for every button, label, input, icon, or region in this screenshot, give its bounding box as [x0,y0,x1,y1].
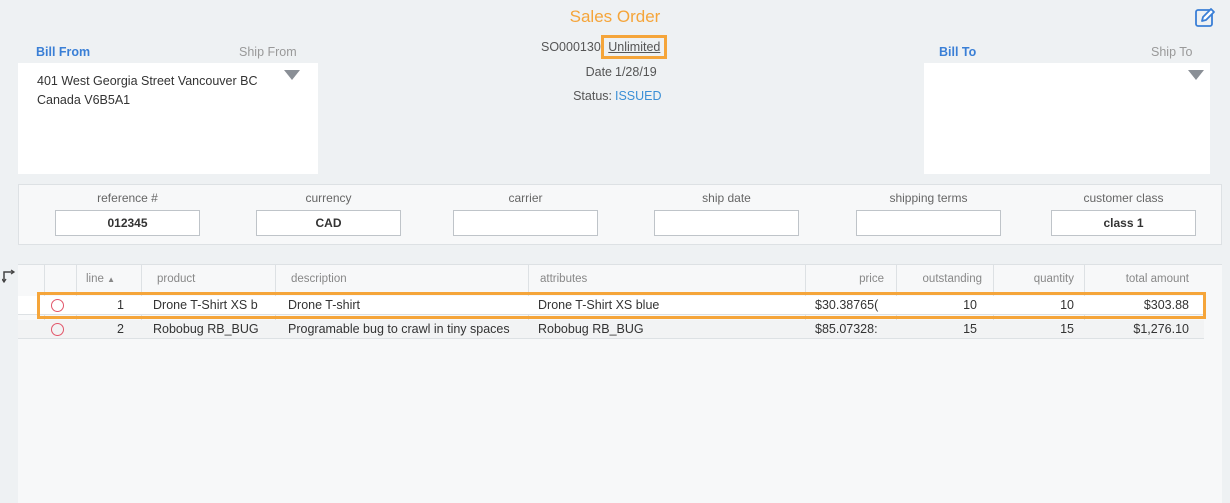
shipping-terms-field[interactable] [856,210,1001,236]
date-value: 1/28/19 [615,65,657,79]
cell-total-amount: $1,276.10 [1133,322,1189,336]
column-header-total-amount[interactable]: total amount [1084,264,1189,292]
cell-line: 2 [117,322,124,336]
cell-quantity: 15 [1060,322,1074,336]
currency-label: currency [305,191,352,205]
customer-class-label: customer class [1083,191,1164,205]
row-select-radio[interactable] [51,299,64,312]
tab-bill-to[interactable]: Bill To [939,45,976,59]
order-link[interactable]: Unlimited [601,35,668,59]
reference-label: reference # [97,191,158,205]
cell-quantity: 10 [1060,298,1074,312]
carrier-field[interactable] [453,210,598,236]
order-number: SO000130: [541,40,605,54]
order-fields: reference # 012345 currency CAD carrier … [18,184,1222,245]
column-header-description[interactable]: description [291,264,347,292]
tab-ship-to[interactable]: Ship To [1151,45,1192,59]
cell-outstanding: 10 [963,298,977,312]
column-header-outstanding[interactable]: outstanding [896,264,982,292]
row-select-radio[interactable] [51,323,64,336]
address-dropdown-icon[interactable] [284,70,300,80]
cell-total-amount: $303.88 [1143,298,1189,312]
column-header-attributes[interactable]: attributes [540,264,587,292]
bill-from-address: 401 West Georgia Street Vancouver BC Can… [37,74,258,107]
currency-field[interactable]: CAD [256,210,401,236]
ship-date-label: ship date [702,191,751,205]
status-label: Status: [573,89,612,103]
cell-price: $30.38765( [815,298,879,312]
bill-to-address-box [924,63,1210,174]
expand-arrows-icon[interactable] [1,269,16,284]
order-number-line: SO000130: Unlimited [541,35,668,59]
column-header-quantity[interactable]: quantity [993,264,1074,292]
column-header-line[interactable]: line ▲ [86,264,115,292]
shipping-terms-label: shipping terms [889,191,968,205]
ship-date-field[interactable] [654,210,799,236]
tab-ship-from[interactable]: Ship From [239,45,297,59]
cell-attributes: Drone T-Shirt XS blue [538,298,660,312]
tab-bill-from[interactable]: Bill From [36,45,90,59]
cell-price: $85.07328: [815,322,878,336]
cell-description: Programable bug to crawl in tiny spaces [288,322,510,336]
cell-attributes: Robobug RB_BUG [538,322,644,336]
bill-from-address-box: 401 West Georgia Street Vancouver BC Can… [18,63,318,174]
column-header-price[interactable]: price [805,264,884,292]
address-dropdown-icon[interactable] [1188,70,1204,80]
cell-outstanding: 15 [963,322,977,336]
cell-description: Drone T-shirt [288,298,361,312]
page-title: Sales Order [569,7,661,26]
carrier-label: carrier [508,191,543,205]
status-value: ISSUED [615,89,662,103]
cell-product: Drone T-Shirt XS b [153,298,258,312]
date-label: Date [585,65,612,79]
sort-asc-icon: ▲ [107,275,116,284]
customer-class-field[interactable]: class 1 [1051,210,1196,236]
column-header-product[interactable]: product [157,264,195,292]
cell-line: 1 [117,298,124,312]
edit-icon[interactable] [1194,7,1216,29]
cell-product: Robobug RB_BUG [153,322,259,336]
reference-field[interactable]: 012345 [55,210,200,236]
